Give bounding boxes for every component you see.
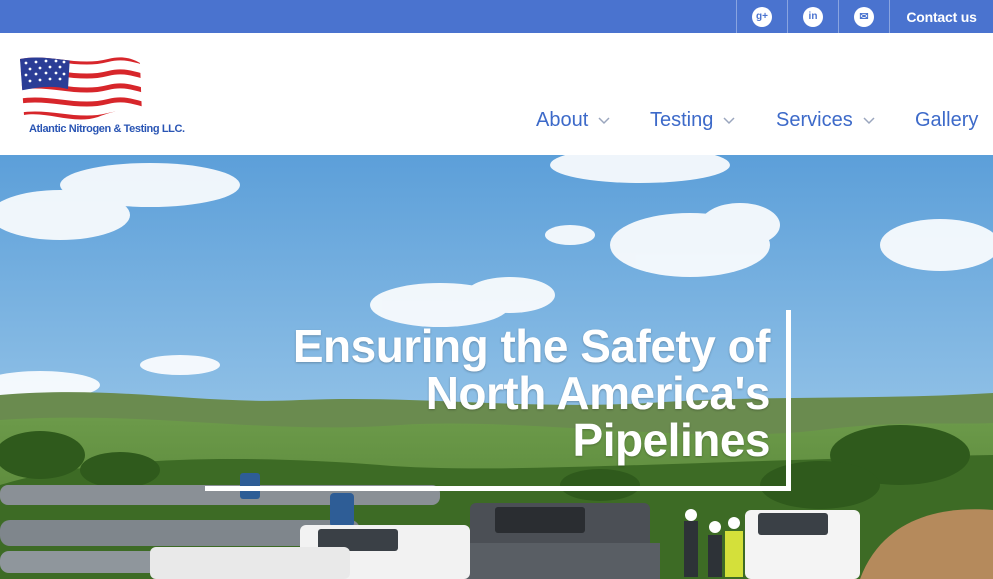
chevron-down-icon bbox=[863, 117, 875, 125]
linkedin-icon: in bbox=[803, 6, 823, 27]
nav-item-testing[interactable]: Testing bbox=[650, 105, 735, 135]
email-icon: ✉ bbox=[854, 6, 874, 27]
hero-banner: Ensuring the Safety of North America's P… bbox=[0, 155, 993, 579]
headline-line: Ensuring the Safety of bbox=[292, 320, 771, 372]
main-nav: About Testing Services Gallery bbox=[0, 105, 993, 135]
nav-item-label: Testing bbox=[650, 108, 714, 131]
contact-us-link[interactable]: Contact us bbox=[890, 0, 993, 33]
linkedin-button[interactable]: in bbox=[788, 0, 838, 33]
nav-item-label: Services bbox=[776, 108, 853, 131]
nav-item-services[interactable]: Services bbox=[776, 105, 875, 135]
top-bar: g+ in ✉ Contact us bbox=[0, 0, 993, 33]
nav-item-label: Gallery bbox=[915, 108, 979, 131]
chevron-down-icon bbox=[598, 117, 610, 125]
nav-item-about[interactable]: About bbox=[536, 105, 610, 135]
google-plus-button[interactable]: g+ bbox=[737, 0, 787, 33]
chevron-down-icon bbox=[723, 117, 735, 125]
nav-item-label: About bbox=[536, 108, 589, 131]
headline-line: North America's bbox=[425, 367, 771, 419]
headline-frame-right bbox=[786, 310, 791, 491]
site-header: Atlantic Nitrogen & Testing LLC. About T… bbox=[0, 33, 993, 155]
nav-item-gallery[interactable]: Gallery bbox=[915, 105, 978, 135]
hero-headline: Ensuring the Safety of North America's P… bbox=[230, 320, 771, 466]
email-button[interactable]: ✉ bbox=[839, 0, 889, 33]
headline-frame-bottom bbox=[205, 486, 791, 491]
headline-line: Pipelines bbox=[572, 414, 771, 466]
google-plus-icon: g+ bbox=[752, 6, 772, 27]
